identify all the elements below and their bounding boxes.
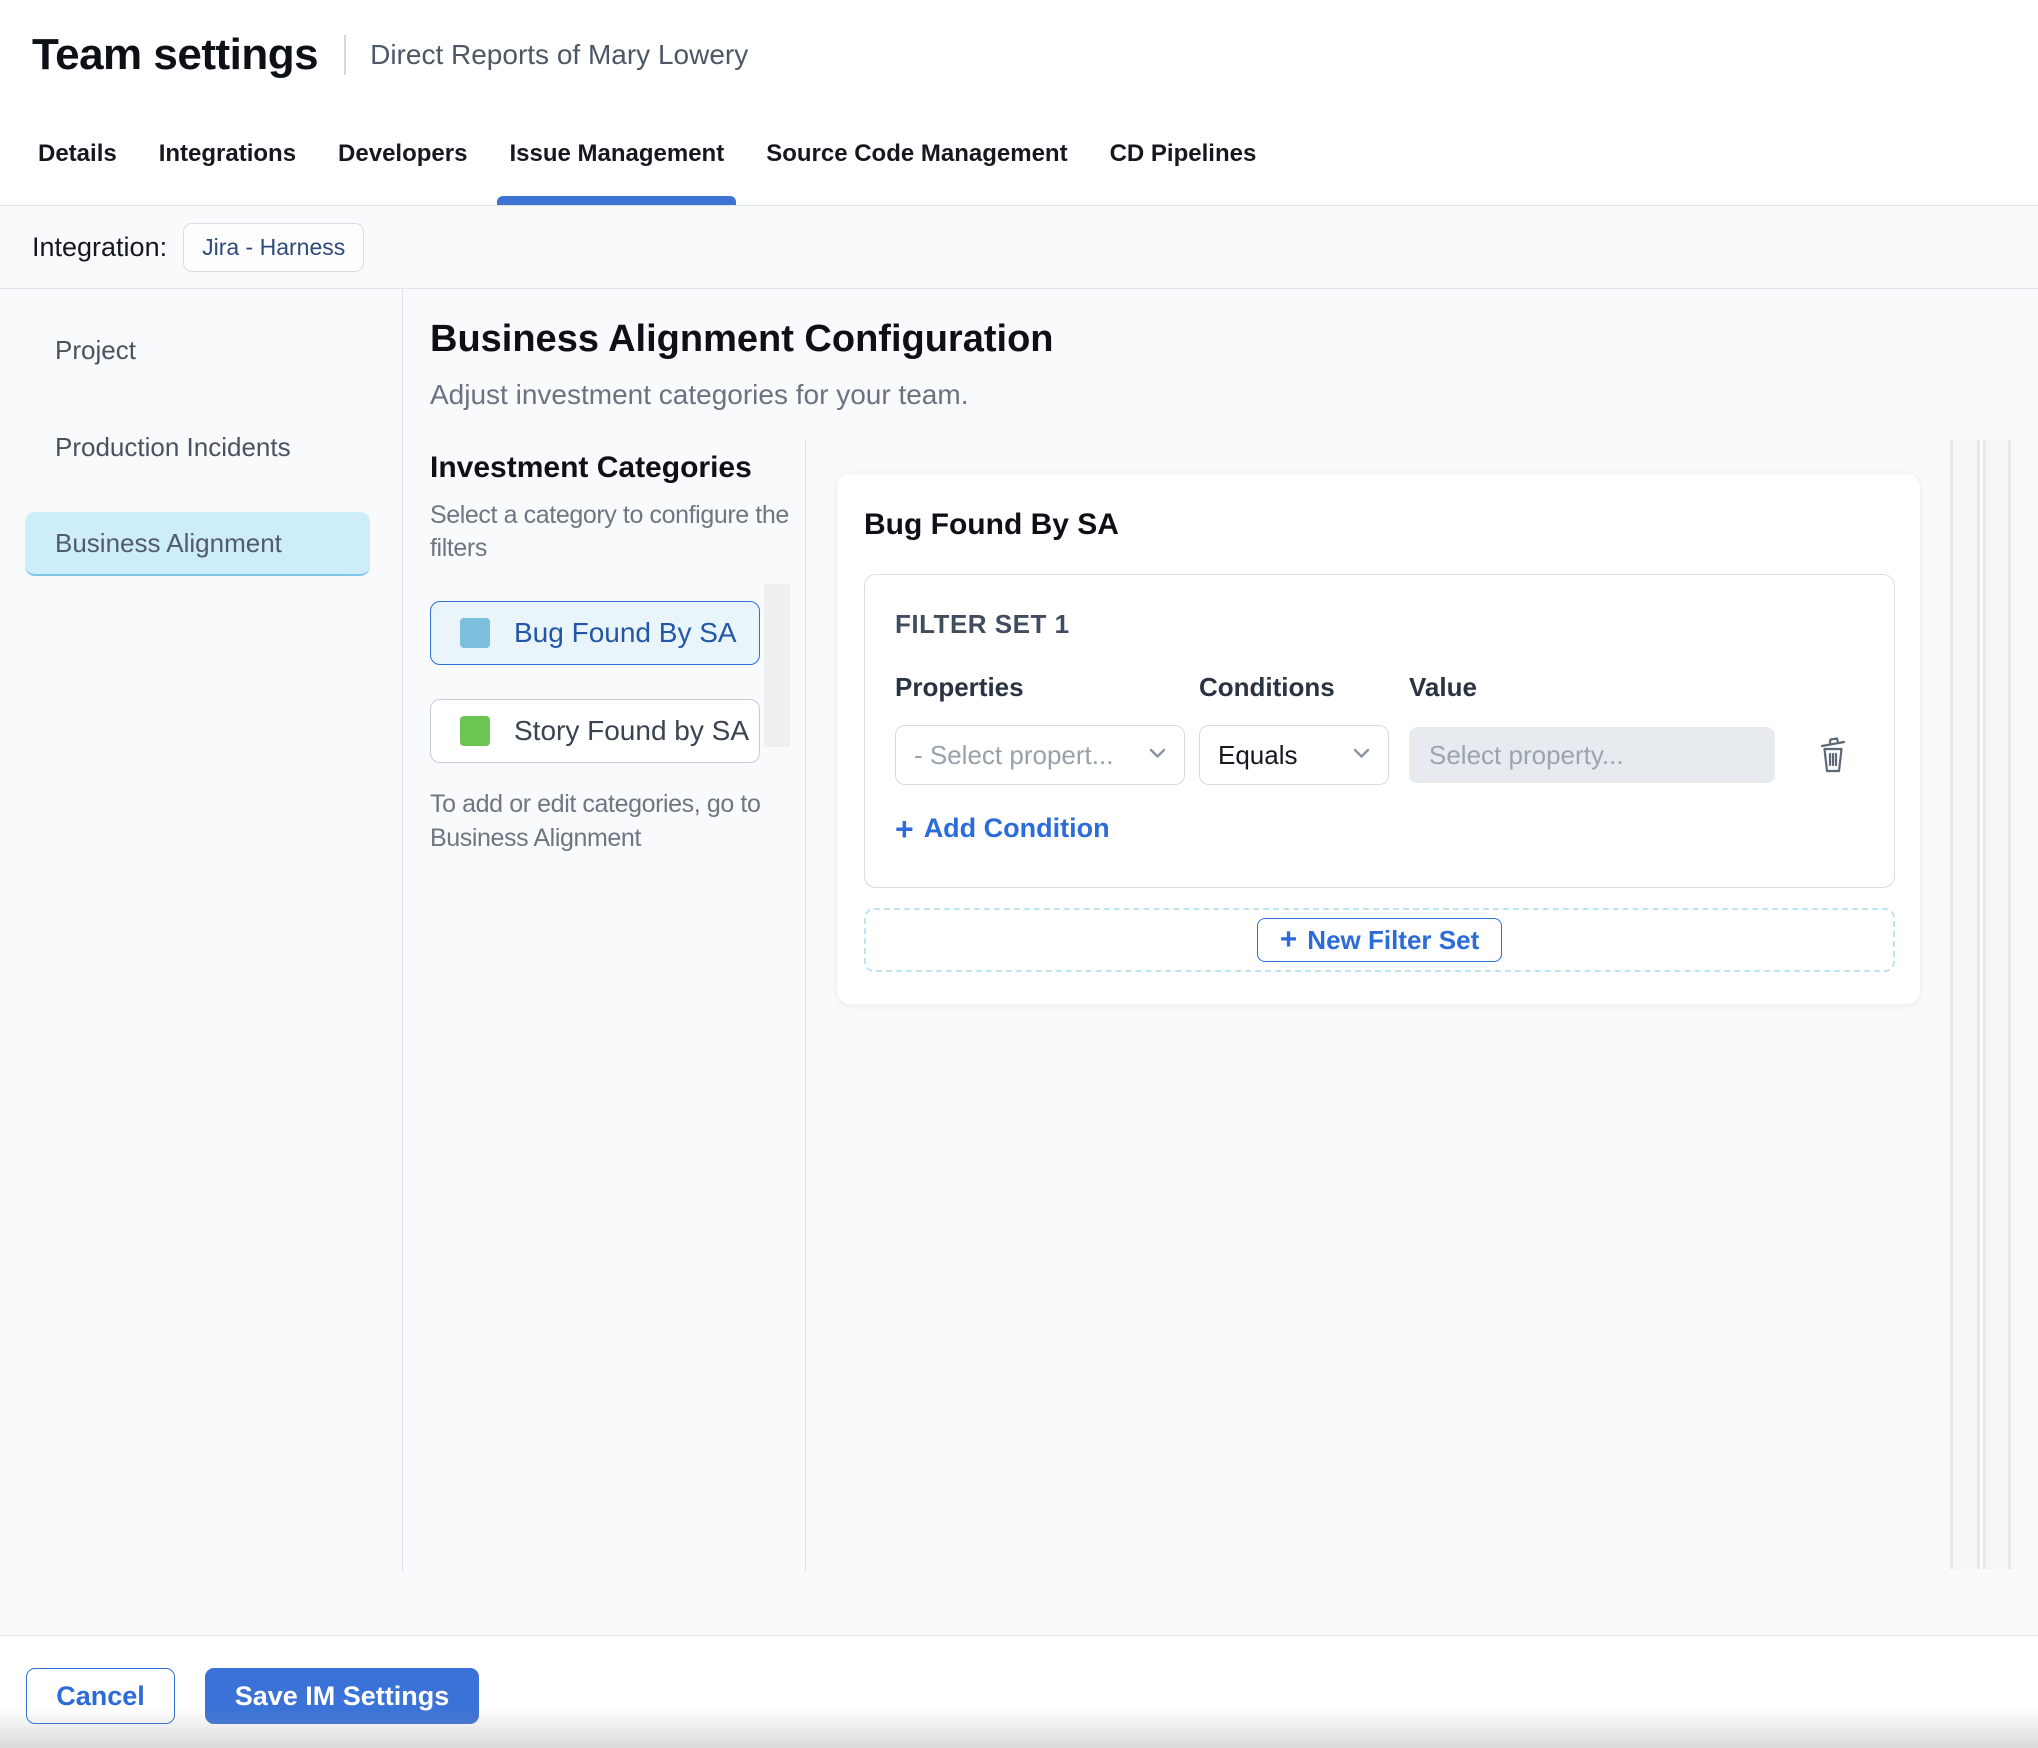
save-im-settings-button[interactable]: Save IM Settings xyxy=(205,1668,479,1724)
property-select-placeholder: - Select propert... xyxy=(914,739,1114,770)
section-subtitle: Adjust investment categories for your te… xyxy=(430,379,969,410)
filter-set-1: FILTER SET 1 Properties Conditions Value… xyxy=(864,574,1895,888)
page-subtitle: Direct Reports of Mary Lowery xyxy=(370,39,749,70)
categories-hint: Select a category to configure the filte… xyxy=(430,501,789,562)
page-header: Team settings Direct Reports of Mary Low… xyxy=(0,0,2038,206)
plus-icon: + xyxy=(895,810,914,847)
footer-buttons: Cancel Save IM Settings xyxy=(26,1668,479,1724)
team-settings-page: Team settings Direct Reports of Mary Low… xyxy=(0,0,2038,1748)
new-filter-set-dropzone: + New Filter Set xyxy=(864,908,1895,972)
categories-title: Investment Categories xyxy=(430,451,752,484)
category-bug-found-by-sa[interactable]: Bug Found By SA xyxy=(430,601,760,665)
tab-source-code-management[interactable]: Source Code Management xyxy=(766,103,1067,205)
integration-bar: Integration: Jira - Harness xyxy=(0,206,2038,289)
cancel-button[interactable]: Cancel xyxy=(26,1668,175,1724)
add-condition-button[interactable]: + Add Condition xyxy=(895,810,1110,847)
add-condition-label: Add Condition xyxy=(923,813,1110,843)
value-column-header: Value xyxy=(1409,672,1477,702)
section-title: Business Alignment Configuration xyxy=(430,318,1054,360)
value-input[interactable] xyxy=(1409,727,1775,783)
right-scrollbar-track-inner[interactable] xyxy=(1983,440,2011,1569)
condition-headers: Properties Conditions Value xyxy=(895,672,1864,703)
new-filter-set-button[interactable]: + New Filter Set xyxy=(1256,918,1503,962)
category-story-found-by-sa[interactable]: Story Found by SA xyxy=(430,699,760,763)
integration-label: Integration: xyxy=(32,231,168,262)
trash-icon xyxy=(1817,737,1849,778)
story-category-swatch-icon xyxy=(460,716,490,746)
bug-category-swatch-icon xyxy=(460,618,490,648)
category-list-scrollbar[interactable] xyxy=(764,584,790,747)
integration-chip[interactable]: Jira - Harness xyxy=(183,222,365,272)
filter-set-label: FILTER SET 1 xyxy=(895,609,1070,639)
delete-condition-button[interactable] xyxy=(1817,735,1849,775)
title-divider xyxy=(344,35,347,75)
property-select[interactable]: - Select propert... xyxy=(895,725,1185,785)
page-title: Team settings xyxy=(32,30,319,79)
condition-row: - Select propert... Equals xyxy=(895,725,1864,785)
plus-icon: + xyxy=(1279,923,1298,956)
condition-select-value: Equals xyxy=(1218,739,1298,770)
investment-categories-panel: Investment Categories Select a category … xyxy=(430,451,806,855)
category-label: Story Found by SA xyxy=(514,715,750,746)
tab-cd-pipelines[interactable]: CD Pipelines xyxy=(1110,103,1257,205)
main-heading-block: Business Alignment Configuration Adjust … xyxy=(430,318,1054,411)
right-scrollbar-track-outer[interactable] xyxy=(1950,440,1980,1569)
filter-card-title: Bug Found By SA xyxy=(864,508,1119,541)
new-filter-set-label: New Filter Set xyxy=(1307,924,1480,955)
chevron-down-icon xyxy=(1353,746,1370,764)
condition-select[interactable]: Equals xyxy=(1199,725,1389,785)
tab-developers[interactable]: Developers xyxy=(338,103,467,205)
categories-footnote: To add or edit categories, go to Busines… xyxy=(430,790,761,852)
sidebar-item-business-alignment[interactable]: Business Alignment xyxy=(25,512,370,576)
conditions-column-header: Conditions xyxy=(1199,672,1335,702)
tab-details[interactable]: Details xyxy=(38,103,117,205)
tab-integrations[interactable]: Integrations xyxy=(159,103,296,205)
properties-column-header: Properties xyxy=(895,672,1024,702)
tab-bar: Details Integrations Developers Issue Ma… xyxy=(38,103,1256,205)
title-row: Team settings Direct Reports of Mary Low… xyxy=(32,30,748,80)
sidebar-item-project[interactable]: Project xyxy=(25,318,370,382)
category-label: Bug Found By SA xyxy=(514,617,737,648)
chevron-down-icon xyxy=(1149,746,1166,764)
tab-issue-management[interactable]: Issue Management xyxy=(497,103,736,205)
footer-action-bar: Cancel Save IM Settings xyxy=(0,1637,2038,1748)
settings-sidebar: Project Production Incidents Business Al… xyxy=(0,289,403,1572)
sidebar-item-production-incidents[interactable]: Production Incidents xyxy=(25,415,370,479)
filter-configuration-card: Bug Found By SA FILTER SET 1 Properties … xyxy=(836,473,1921,1005)
